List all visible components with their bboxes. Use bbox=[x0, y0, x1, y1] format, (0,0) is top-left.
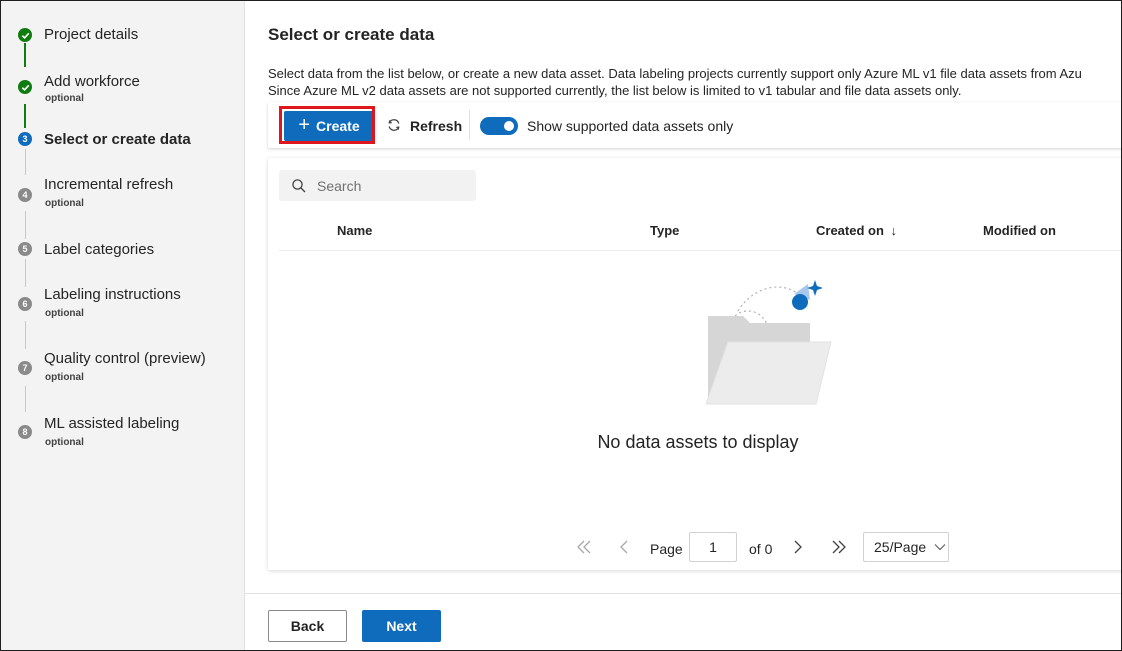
column-header-label: Created on bbox=[816, 223, 884, 238]
description-line: Select data from the list below, or crea… bbox=[268, 66, 1082, 81]
step-label: Labeling instructions bbox=[44, 286, 181, 303]
toggle-label: Show supported data assets only bbox=[527, 118, 734, 134]
optional-tag: optional bbox=[45, 308, 84, 319]
main-content: Select or create data Select data from t… bbox=[245, 1, 1121, 650]
step-number-badge: 3 bbox=[18, 132, 32, 146]
page-title: Select or create data bbox=[268, 25, 435, 44]
first-page-icon[interactable] bbox=[575, 539, 593, 560]
page-count-label: of 0 bbox=[749, 541, 773, 557]
empty-state-message: No data assets to display bbox=[597, 432, 799, 452]
wizard-window: Project details Add workforce optional 3… bbox=[0, 0, 1122, 651]
supported-assets-toggle[interactable] bbox=[480, 117, 518, 135]
step-label: Incremental refresh bbox=[44, 176, 174, 193]
page-label: Page bbox=[650, 541, 683, 557]
step-label: Quality control (preview) bbox=[44, 350, 206, 367]
search-box[interactable] bbox=[279, 170, 476, 201]
plus-icon: + bbox=[298, 114, 311, 136]
step-connector bbox=[24, 259, 26, 287]
chevron-down-icon bbox=[934, 540, 946, 554]
pagination: Page of 0 25/Page bbox=[268, 531, 1121, 563]
toolbar: + Create Refresh Show supported data ass… bbox=[268, 102, 1121, 148]
step-label: Add workforce bbox=[44, 73, 140, 90]
search-icon bbox=[292, 178, 306, 192]
page-size-dropdown[interactable]: 25/Page bbox=[863, 532, 949, 562]
step-connector bbox=[24, 321, 26, 349]
step-label: Label categories bbox=[44, 241, 155, 258]
checkmark-icon bbox=[18, 28, 32, 42]
footer-divider bbox=[245, 593, 1121, 594]
create-label: Create bbox=[316, 118, 360, 134]
page-number-input[interactable] bbox=[689, 532, 737, 562]
step-connector bbox=[24, 211, 26, 239]
optional-tag: optional bbox=[45, 437, 84, 448]
step-number-badge: 5 bbox=[18, 242, 32, 256]
column-header-name[interactable]: Name bbox=[337, 223, 372, 238]
next-button[interactable]: Next bbox=[362, 610, 441, 642]
step-connector bbox=[24, 149, 26, 175]
search-input[interactable] bbox=[315, 176, 469, 195]
description-line: Since Azure ML v2 data assets are not su… bbox=[268, 83, 962, 98]
step-connector bbox=[24, 43, 26, 67]
page-description: Select data from the list below, or crea… bbox=[268, 65, 1082, 99]
create-button[interactable]: + Create bbox=[284, 111, 374, 141]
optional-tag: optional bbox=[45, 93, 84, 104]
empty-folder-illustration bbox=[705, 280, 832, 405]
header-divider bbox=[279, 250, 1121, 251]
back-button[interactable]: Back bbox=[268, 610, 347, 642]
page-size-value: 25/Page bbox=[874, 539, 927, 555]
step-number-badge: 4 bbox=[18, 188, 32, 202]
toggle-knob bbox=[504, 121, 514, 131]
refresh-button[interactable]: Refresh bbox=[386, 111, 462, 141]
step-label: Select or create data bbox=[44, 131, 191, 148]
column-header-modified-on[interactable]: Modified on bbox=[983, 223, 1056, 238]
step-number-badge: 7 bbox=[18, 361, 32, 375]
step-label: ML assisted labeling bbox=[44, 415, 180, 432]
next-page-icon[interactable] bbox=[792, 539, 804, 560]
column-header-created-on[interactable]: Created on ↓ bbox=[816, 223, 897, 238]
sort-descending-icon: ↓ bbox=[890, 223, 898, 238]
step-number-badge: 6 bbox=[18, 297, 32, 311]
data-assets-panel: Name Type Created on ↓ Modified on No da… bbox=[268, 158, 1121, 570]
step-label: Project details bbox=[44, 26, 139, 43]
step-connector bbox=[24, 386, 26, 412]
previous-page-icon[interactable] bbox=[618, 539, 630, 560]
checkmark-icon bbox=[18, 80, 32, 94]
optional-tag: optional bbox=[45, 372, 84, 383]
optional-tag: optional bbox=[45, 198, 84, 209]
refresh-label: Refresh bbox=[410, 118, 463, 134]
step-number-badge: 8 bbox=[18, 425, 32, 439]
last-page-icon[interactable] bbox=[830, 539, 848, 560]
column-header-type[interactable]: Type bbox=[650, 223, 679, 238]
toolbar-divider bbox=[469, 110, 470, 140]
refresh-icon bbox=[386, 117, 402, 136]
step-connector bbox=[24, 104, 26, 128]
wizard-sidebar: Project details Add workforce optional 3… bbox=[1, 1, 245, 650]
